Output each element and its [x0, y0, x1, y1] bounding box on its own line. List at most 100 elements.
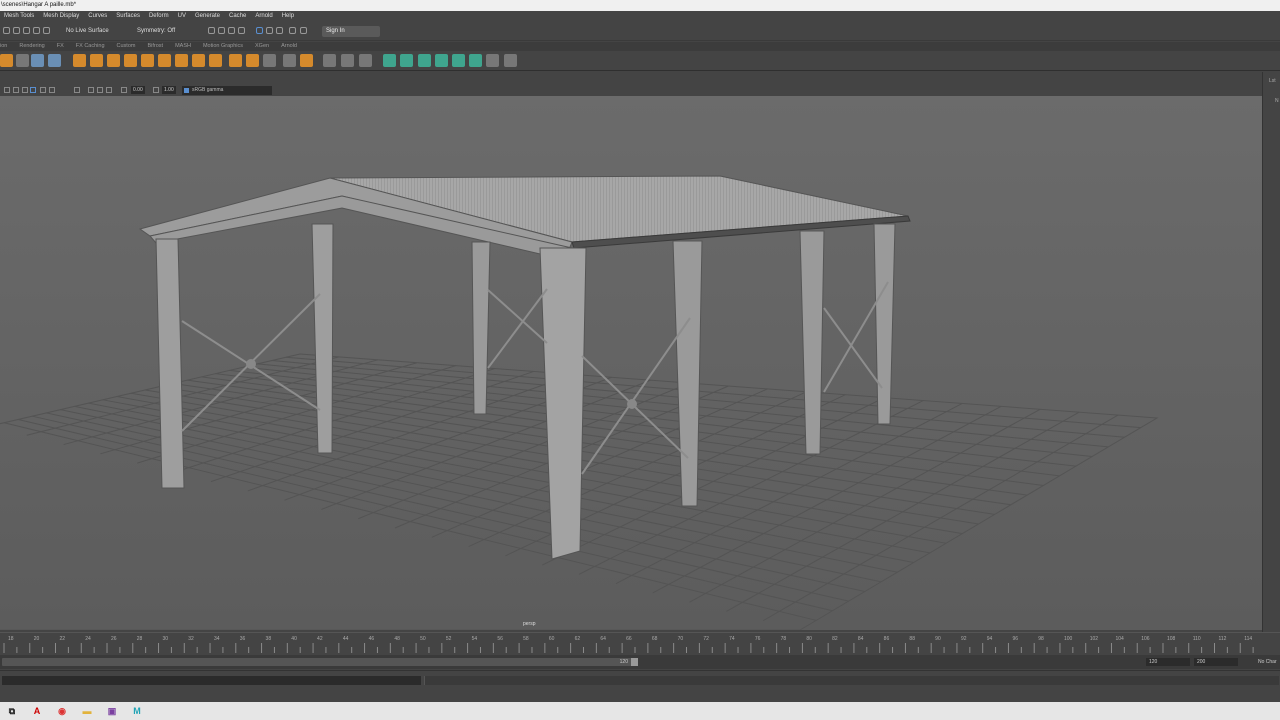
- ipr-render-icon[interactable]: [228, 27, 235, 34]
- file-explorer-icon[interactable]: ▬: [81, 705, 93, 717]
- acrobat-icon[interactable]: A: [31, 705, 43, 717]
- live-surface-label[interactable]: No Live Surface: [66, 22, 109, 41]
- symmetry-dropdown[interactable]: Symmetry: Off: [137, 22, 175, 41]
- shelf-orange-icon[interactable]: [0, 54, 13, 67]
- hypershade-icon[interactable]: [256, 27, 263, 34]
- command-input[interactable]: [2, 676, 421, 685]
- film-gate-icon[interactable]: [88, 87, 94, 93]
- shelf-sew-icon[interactable]: [504, 54, 517, 67]
- app-icon[interactable]: ▣: [106, 705, 118, 717]
- shelf-layout-icon[interactable]: [469, 54, 482, 67]
- shelf-bevel-icon[interactable]: [263, 54, 276, 67]
- menu-arnold[interactable]: Arnold: [255, 11, 272, 22]
- resolution-gate-icon[interactable]: [97, 87, 103, 93]
- maya-icon[interactable]: M: [131, 705, 143, 717]
- shelf-sphere-icon[interactable]: [73, 54, 86, 67]
- 2d-pan-icon[interactable]: [40, 87, 46, 93]
- menu-surfaces[interactable]: Surfaces: [116, 11, 140, 22]
- pause-icon[interactable]: [289, 27, 296, 34]
- menu-curves[interactable]: Curves: [88, 11, 107, 22]
- shelf-gear-icon[interactable]: [209, 54, 222, 67]
- grease-pencil-icon[interactable]: [49, 87, 55, 93]
- render-view-icon[interactable]: [266, 27, 273, 34]
- snap-curve-icon[interactable]: [33, 27, 40, 34]
- sign-in-button[interactable]: Sign In: [322, 26, 380, 37]
- shelf-bridge-icon[interactable]: [246, 54, 259, 67]
- task-view-icon[interactable]: ⧉: [6, 705, 18, 717]
- right-panel-tab[interactable]: Lst: [1269, 78, 1276, 84]
- shelf-target-weld-icon[interactable]: [359, 54, 372, 67]
- shelf-cylindrical-icon[interactable]: [418, 54, 431, 67]
- exposure-icon[interactable]: [121, 87, 127, 93]
- shelf-network-icon[interactable]: [31, 54, 44, 67]
- menu-cache[interactable]: Cache: [229, 11, 246, 22]
- render-region-icon[interactable]: [218, 27, 225, 34]
- menu-help[interactable]: Help: [282, 11, 294, 22]
- snap-point-icon[interactable]: [43, 27, 50, 34]
- tab-mash[interactable]: MASH: [175, 42, 191, 51]
- playback-end-field[interactable]: 120: [1146, 658, 1190, 666]
- shelf-fill-icon[interactable]: [300, 54, 313, 67]
- gamma-icon[interactable]: [153, 87, 159, 93]
- shelf-node-icon[interactable]: [16, 54, 29, 67]
- gamma-field[interactable]: 1.00: [162, 86, 176, 94]
- shelf-plane-icon[interactable]: [124, 54, 137, 67]
- range-slider-bar[interactable]: 120: [2, 658, 638, 666]
- snap-grid-icon[interactable]: [23, 27, 30, 34]
- tab-xgen[interactable]: XGen: [255, 42, 269, 51]
- shelf-uv-editor-icon[interactable]: [383, 54, 396, 67]
- shelf-extrude-icon[interactable]: [229, 54, 242, 67]
- shelf-cube-icon[interactable]: [90, 54, 103, 67]
- shelf-spherical-icon[interactable]: [435, 54, 448, 67]
- tab-fx-caching[interactable]: FX Caching: [76, 42, 105, 51]
- render-settings-icon[interactable]: [238, 27, 245, 34]
- shelf-multicut-icon[interactable]: [323, 54, 336, 67]
- lasso-icon[interactable]: [3, 27, 10, 34]
- tab-fx[interactable]: FX: [57, 42, 64, 51]
- color-management-checkbox[interactable]: [184, 88, 189, 93]
- perspective-viewport[interactable]: persp: [0, 96, 1262, 630]
- render-frame-icon[interactable]: [208, 27, 215, 34]
- timeline-tick-label: 48: [394, 636, 400, 642]
- character-set-dropdown[interactable]: No Char: [1258, 658, 1277, 666]
- shelf-torus-icon[interactable]: [141, 54, 154, 67]
- grid-icon[interactable]: [74, 87, 80, 93]
- bookmark-icon[interactable]: [22, 87, 28, 93]
- range-handle[interactable]: [631, 658, 638, 666]
- chrome-icon[interactable]: ◉: [56, 705, 68, 717]
- tab-bifrost[interactable]: Bifrost: [147, 42, 163, 51]
- tab-ion[interactable]: ion: [0, 42, 7, 51]
- select-camera-icon[interactable]: [4, 87, 10, 93]
- timeline-tick-label: 22: [60, 636, 66, 642]
- timeline-tick-label: 30: [163, 636, 169, 642]
- tab-arnold[interactable]: Arnold: [281, 42, 297, 51]
- safe-action-icon[interactable]: [106, 87, 112, 93]
- menu-mesh-display[interactable]: Mesh Display: [43, 11, 79, 22]
- shelf-cylinder-icon[interactable]: [107, 54, 120, 67]
- shelf-graph-icon[interactable]: [48, 54, 61, 67]
- shelf-planar-icon[interactable]: [400, 54, 413, 67]
- image-plane-icon[interactable]: [30, 87, 36, 93]
- time-slider[interactable]: 18 20 22 24 26 28 30 32 34 36 38 40 42 44 46 48 50 52 54 56…: [0, 632, 1280, 655]
- shelf-cut-icon[interactable]: [486, 54, 499, 67]
- menu-deform[interactable]: Deform: [149, 11, 169, 22]
- animation-end-field[interactable]: 200: [1194, 658, 1238, 666]
- shelf-merge-icon[interactable]: [283, 54, 296, 67]
- shelf-helix-icon[interactable]: [192, 54, 205, 67]
- render-sequence-icon[interactable]: [276, 27, 283, 34]
- menu-generate[interactable]: Generate: [195, 11, 220, 22]
- paint-select-icon[interactable]: [13, 27, 20, 34]
- color-space-dropdown[interactable]: sRGB gamma: [182, 86, 272, 95]
- tab-rendering[interactable]: Rendering: [19, 42, 44, 51]
- shelf-pipe-icon[interactable]: [175, 54, 188, 67]
- tab-custom[interactable]: Custom: [117, 42, 136, 51]
- arrow-right-icon[interactable]: [300, 27, 307, 34]
- shelf-cone-icon[interactable]: [158, 54, 171, 67]
- tab-motion-graphics[interactable]: Motion Graphics: [203, 42, 243, 51]
- exposure-field[interactable]: 0.00: [131, 86, 145, 94]
- menu-mesh-tools[interactable]: Mesh Tools: [4, 11, 34, 22]
- shelf-insert-loop-icon[interactable]: [341, 54, 354, 67]
- menu-uv[interactable]: UV: [178, 11, 186, 22]
- shelf-auto-uv-icon[interactable]: [452, 54, 465, 67]
- lock-camera-icon[interactable]: [13, 87, 19, 93]
